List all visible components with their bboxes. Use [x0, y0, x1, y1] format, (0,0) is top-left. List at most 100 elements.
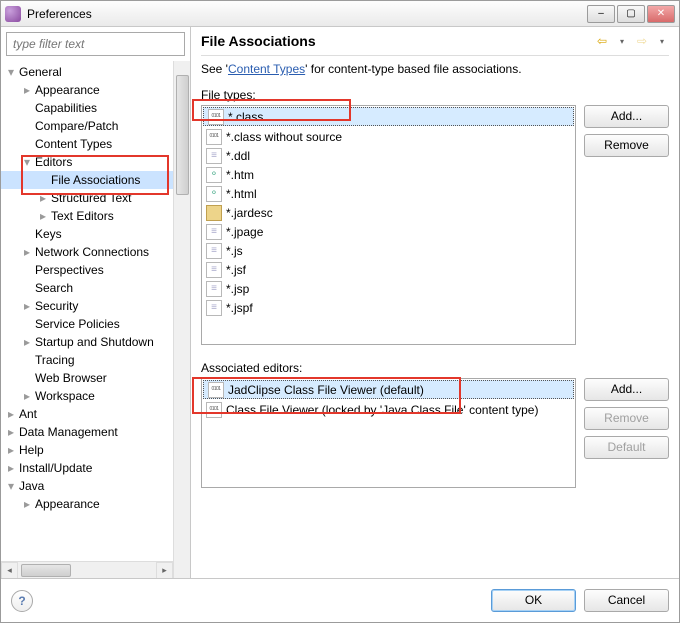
tree-item[interactable]: ▸Structured Text	[1, 189, 173, 207]
tree-item[interactable]: ·Compare/Patch	[1, 117, 173, 135]
minimize-button[interactable]: –	[587, 5, 615, 23]
nav-forward-icon[interactable]: ⇨	[635, 34, 649, 48]
tree-item[interactable]: ▸Appearance	[1, 81, 173, 99]
intro-prefix: See '	[201, 62, 228, 76]
hscroll-thumb[interactable]	[21, 564, 71, 577]
expand-icon[interactable]: ▸	[37, 191, 49, 205]
filter-box[interactable]	[6, 32, 185, 56]
tree-label: Appearance	[35, 497, 100, 511]
collapse-icon[interactable]: ▾	[21, 155, 33, 169]
content-types-link[interactable]: Content Types	[228, 62, 305, 76]
assoc-buttons: Add... Remove Default	[584, 378, 669, 488]
nav-forward-menu-icon[interactable]: ▾	[655, 34, 669, 48]
scroll-left-icon[interactable]: ◂	[1, 562, 18, 578]
filetypes-remove-button[interactable]: Remove	[584, 134, 669, 157]
help-icon[interactable]: ?	[11, 590, 33, 612]
tree-item[interactable]: ·Service Policies	[1, 315, 173, 333]
expand-icon[interactable]: ▸	[5, 443, 17, 457]
bottom-buttons: OK Cancel	[491, 589, 669, 612]
app-icon	[5, 6, 21, 22]
assoc-list[interactable]: JadClipse Class File Viewer (default)Cla…	[201, 378, 576, 488]
tree-hscroll[interactable]: ◂ ▸	[1, 561, 173, 578]
expand-icon[interactable]: ▸	[37, 209, 49, 223]
expand-icon[interactable]: ▸	[5, 461, 17, 475]
ok-button[interactable]: OK	[491, 589, 576, 612]
filetype-row[interactable]: *.jspf	[202, 298, 575, 317]
tree-item[interactable]: ·Perspectives	[1, 261, 173, 279]
filetypes-list[interactable]: *.class*.class without source*.ddl*.htm *…	[201, 105, 576, 345]
collapse-icon[interactable]: ▾	[5, 479, 17, 493]
tree-label: Security	[35, 299, 78, 313]
expand-icon[interactable]: ▸	[21, 389, 33, 403]
filetype-label: *.jsf	[226, 263, 246, 277]
filetype-row[interactable]: *.ddl	[202, 146, 575, 165]
filetype-row[interactable]: *.jsp	[202, 279, 575, 298]
tree-item[interactable]: ·Web Browser	[1, 369, 173, 387]
twisty-blank: ·	[21, 263, 33, 277]
tree-item[interactable]: ▾Java	[1, 477, 173, 495]
filetype-row[interactable]: *.jsf	[202, 260, 575, 279]
nav-back-icon[interactable]: ⇦	[595, 34, 609, 48]
filetype-row[interactable]: *.class	[203, 107, 574, 126]
editor-row[interactable]: JadClipse Class File Viewer (default)	[203, 380, 574, 399]
expand-icon[interactable]: ▸	[21, 497, 33, 511]
tree-item[interactable]: ▾Editors	[1, 153, 173, 171]
filetype-row[interactable]: *.html	[202, 184, 575, 203]
tree-label: Service Policies	[35, 317, 120, 331]
close-button[interactable]: ✕	[647, 5, 675, 23]
tree-item[interactable]: ▸Network Connections	[1, 243, 173, 261]
twisty-blank: ·	[21, 101, 33, 115]
filetype-row[interactable]: *.htm	[202, 165, 575, 184]
tree-item[interactable]: ▸Data Management	[1, 423, 173, 441]
tree-item[interactable]: ▸Security	[1, 297, 173, 315]
filter-input[interactable]	[11, 36, 180, 52]
main-split: ▾General▸Appearance·Capabilities·Compare…	[1, 27, 679, 578]
filetype-row[interactable]: *.jardesc	[202, 203, 575, 222]
assoc-label: Associated editors:	[201, 359, 669, 378]
tree-item[interactable]: ▸Workspace	[1, 387, 173, 405]
cancel-button[interactable]: Cancel	[584, 589, 669, 612]
intro-suffix: ' for content-type based file associatio…	[305, 62, 521, 76]
tree-label: Startup and Shutdown	[35, 335, 154, 349]
expand-icon[interactable]: ▸	[5, 425, 17, 439]
scroll-right-icon[interactable]: ▸	[156, 562, 173, 578]
tree-item[interactable]: ·File Associations	[1, 171, 173, 189]
page-title: File Associations	[201, 33, 595, 49]
nav-back-menu-icon[interactable]: ▾	[615, 34, 629, 48]
tree-item[interactable]: ·Tracing	[1, 351, 173, 369]
doc-icon	[206, 262, 222, 278]
expand-icon[interactable]: ▸	[21, 299, 33, 313]
collapse-icon[interactable]: ▾	[5, 65, 17, 79]
tree-item[interactable]: ▸Help	[1, 441, 173, 459]
tree-item[interactable]: ▸Startup and Shutdown	[1, 333, 173, 351]
tree-vscroll[interactable]	[173, 61, 190, 578]
filetype-row[interactable]: *.class without source	[202, 127, 575, 146]
maximize-button[interactable]: ▢	[617, 5, 645, 23]
assoc-add-button[interactable]: Add...	[584, 378, 669, 401]
tree-item[interactable]: ▸Ant	[1, 405, 173, 423]
filetype-row[interactable]: *.jpage	[202, 222, 575, 241]
editor-row[interactable]: Class File Viewer (locked by 'Java Class…	[202, 400, 575, 419]
tree-item[interactable]: ·Search	[1, 279, 173, 297]
tree-item[interactable]: ·Content Types	[1, 135, 173, 153]
tree-label: Search	[35, 281, 73, 295]
page-header: File Associations ⇦ ▾ ⇨ ▾	[201, 33, 669, 55]
tree-item[interactable]: ▸Text Editors	[1, 207, 173, 225]
expand-icon[interactable]: ▸	[21, 83, 33, 97]
tree-label: Text Editors	[51, 209, 114, 223]
filetypes-add-button[interactable]: Add...	[584, 105, 669, 128]
expand-icon[interactable]: ▸	[5, 407, 17, 421]
expand-icon[interactable]: ▸	[21, 245, 33, 259]
tree-item[interactable]: ▾General	[1, 63, 173, 81]
tree-item[interactable]: ▸Install/Update	[1, 459, 173, 477]
tree-list[interactable]: ▾General▸Appearance·Capabilities·Compare…	[1, 61, 173, 561]
filetype-label: *.html	[226, 187, 257, 201]
tree-item[interactable]: ·Capabilities	[1, 99, 173, 117]
assoc-remove-button: Remove	[584, 407, 669, 430]
filetype-label: *.jsp	[226, 282, 249, 296]
expand-icon[interactable]: ▸	[21, 335, 33, 349]
tree-item[interactable]: ·Keys	[1, 225, 173, 243]
vscroll-thumb[interactable]	[176, 75, 189, 195]
tree-item[interactable]: ▸Appearance	[1, 495, 173, 513]
filetype-row[interactable]: *.js	[202, 241, 575, 260]
